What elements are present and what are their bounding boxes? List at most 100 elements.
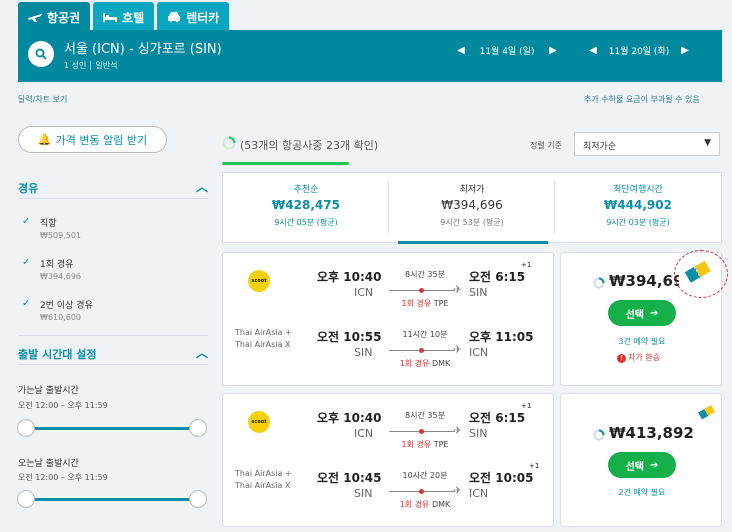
next-date-arrow-icon[interactable]: ▶ xyxy=(548,45,558,56)
check-icon[interactable]: ✓ xyxy=(22,257,30,268)
baggage-fee-note[interactable]: 추가 수하물 요금이 부과될 수 있음 xyxy=(584,94,700,105)
sort-tab-cheapest[interactable]: 최저가 ₩394,696 9시간 53분 (평균) xyxy=(389,173,555,244)
car-icon xyxy=(168,12,181,22)
return-time-slider[interactable] xyxy=(17,490,207,508)
ticket-badge-icon xyxy=(698,405,716,420)
return-date-nav: ◀ 11월 20일 (화) ▶ xyxy=(588,44,690,57)
prev-date-arrow-icon[interactable]: ◀ xyxy=(456,45,466,56)
plane-icon: ✈ xyxy=(453,343,463,356)
flight-duration: 10시간 20분 xyxy=(402,471,448,480)
arrival-airport: ICN xyxy=(469,346,489,359)
depart-date[interactable]: 11월 4일 (일) xyxy=(466,44,548,57)
departure-airport: SIN xyxy=(354,487,373,500)
slider-handle-end[interactable] xyxy=(189,419,207,437)
stop-info: 1회 경유 DMK xyxy=(399,500,451,509)
check-icon[interactable]: ✓ xyxy=(22,298,30,309)
outbound-leg: scoot 오후 10:40 ICN 8시간 35분 ✈ 1회 경유 TPE 오… xyxy=(223,394,555,454)
tab-label: 호텔 xyxy=(122,10,145,25)
chevron-up-icon[interactable]: ︿ xyxy=(196,344,208,361)
sort-tab-duration: 9시간 05분 (평균) xyxy=(274,218,338,227)
plane-icon: ✈ xyxy=(453,283,463,296)
check-icon[interactable]: ✓ xyxy=(22,216,30,227)
next-day-indicator: +1 xyxy=(521,402,532,410)
tab-cars[interactable]: 렌터카 xyxy=(157,2,230,32)
select-button[interactable]: 선택 ➔ xyxy=(608,300,676,326)
sort-value: 최저가순 xyxy=(583,142,617,152)
flight-duration: 11시간 10분 xyxy=(402,330,448,339)
plane-icon: ✈ xyxy=(453,424,463,437)
sort-tab-title: 추천순 xyxy=(293,185,319,195)
stop-info: 1회 경유 DMK xyxy=(399,359,451,368)
sort-label: 정렬 기준 xyxy=(530,141,562,150)
stop-price: ₩394,696 xyxy=(40,272,81,281)
self-transfer-warning: ! 자가 환승 xyxy=(617,352,660,363)
flight-result-card[interactable]: scoot 오후 10:40 ICN 8시간 35분 ✈ 1회 경유 TPE 오… xyxy=(222,393,554,527)
search-summary-bar[interactable]: 서울 (ICN) - 싱가포르 (SIN) 1 성인 일반석 ◀ 11월 4일 (… xyxy=(18,30,722,82)
stop-info: 1회 경유 TPE xyxy=(401,440,449,449)
bell-icon: 🔔 xyxy=(37,133,52,146)
next-day-indicator: +1 xyxy=(529,462,540,470)
loading-spinner-icon xyxy=(593,429,605,441)
flight-line xyxy=(389,489,455,494)
sort-tab-price: ₩394,696 xyxy=(441,198,503,212)
plane-icon: ✈ xyxy=(453,484,463,497)
slider-handle-end[interactable] xyxy=(189,490,207,508)
departure-time: 오전 10:45 xyxy=(317,471,382,485)
return-leg: Thai AirAsia + Thai AirAsia X 오전 10:45 S… xyxy=(223,454,555,514)
arrival-time: 오전 6:15 xyxy=(469,411,526,425)
outbound-time-slider[interactable] xyxy=(17,419,207,437)
sort-tab-duration: 9시간 53분 (평균) xyxy=(440,218,504,227)
search-icon[interactable] xyxy=(28,41,54,67)
route-text: 서울 (ICN) - 싱가포르 (SIN) xyxy=(64,42,222,57)
chevron-up-icon[interactable]: ︿ xyxy=(196,178,208,195)
arrival-airport: SIN xyxy=(469,286,488,299)
stops-filter-header[interactable]: 경유 ︿ xyxy=(18,180,208,196)
flight-line xyxy=(389,429,455,434)
loading-spinner-icon xyxy=(222,136,236,150)
prev-date-arrow-icon[interactable]: ◀ xyxy=(588,45,598,56)
stop-label: 2번 이상 경유 xyxy=(40,301,93,311)
flight-result-card[interactable]: scoot 오후 10:40 ICN 8시간 35분 ✈ 1회 경유 TPE 오… xyxy=(222,252,554,386)
product-tabs: 항공권 호텔 렌터카 xyxy=(18,2,230,32)
arrow-right-icon: ➔ xyxy=(650,307,659,319)
sort-select[interactable]: 최저가순 ▼ xyxy=(574,132,720,156)
divider xyxy=(18,198,208,199)
sort-tab-duration: 9시간 03분 (평균) xyxy=(606,218,670,227)
sort-tab-price: ₩428,475 xyxy=(272,198,340,212)
cabin-class: 일반석 xyxy=(95,61,118,70)
stop-label: 직항 xyxy=(40,219,57,229)
select-button[interactable]: 선택 ➔ xyxy=(608,452,676,478)
time-filter-title: 출발 시간대 설정 xyxy=(18,348,97,361)
tab-hotels[interactable]: 호텔 xyxy=(93,2,155,32)
return-time-label: 오는날 출발시간 xyxy=(18,459,79,469)
return-date[interactable]: 11월 20일 (화) xyxy=(598,44,680,57)
stops-filter-title: 경유 xyxy=(18,182,39,195)
select-label: 선택 xyxy=(625,309,644,321)
slider-handle-start[interactable] xyxy=(17,419,35,437)
highlight-circle xyxy=(674,250,728,298)
stop-price: ₩610,600 xyxy=(40,313,81,322)
tab-label: 렌터카 xyxy=(186,10,220,25)
return-leg: Thai AirAsia + Thai AirAsia X 오전 10:55 S… xyxy=(223,313,555,373)
sort-tab-fastest[interactable]: 최단여행시간 ₩444,902 9시간 03분 (평균) xyxy=(555,173,721,242)
flight-line xyxy=(389,288,455,293)
outbound-leg: scoot 오후 10:40 ICN 8시간 35분 ✈ 1회 경유 TPE 오… xyxy=(223,253,555,313)
departure-airport: ICN xyxy=(354,286,374,299)
stop-price: ₩509,501 xyxy=(40,231,81,240)
sort-tab-title: 최단여행시간 xyxy=(613,185,663,195)
flight-duration: 8시간 35분 xyxy=(405,270,445,279)
price-alert-button[interactable]: 🔔 가격 변동 알림 받기 xyxy=(18,126,167,153)
tab-flights[interactable]: 항공권 xyxy=(18,2,91,32)
price-alert-label: 가격 변동 알림 받기 xyxy=(55,133,148,147)
next-date-arrow-icon[interactable]: ▶ xyxy=(680,45,690,56)
select-label: 선택 xyxy=(625,461,644,473)
tab-label: 항공권 xyxy=(47,10,81,25)
arrival-time: 오후 11:05 xyxy=(469,330,534,344)
calendar-link[interactable]: 달력/차트 보기 xyxy=(18,94,67,105)
sort-tab-recommended[interactable]: 추천순 ₩428,475 9시간 05분 (평균) xyxy=(223,173,389,242)
chevron-down-icon: ▼ xyxy=(704,138,711,148)
scoot-logo: scoot xyxy=(248,270,270,292)
flight-price-panel: ₩413,892 선택 ➔ 2건 예약 필요 xyxy=(560,393,722,527)
time-filter-header[interactable]: 출발 시간대 설정 ︿ xyxy=(18,346,208,362)
slider-handle-start[interactable] xyxy=(17,490,35,508)
